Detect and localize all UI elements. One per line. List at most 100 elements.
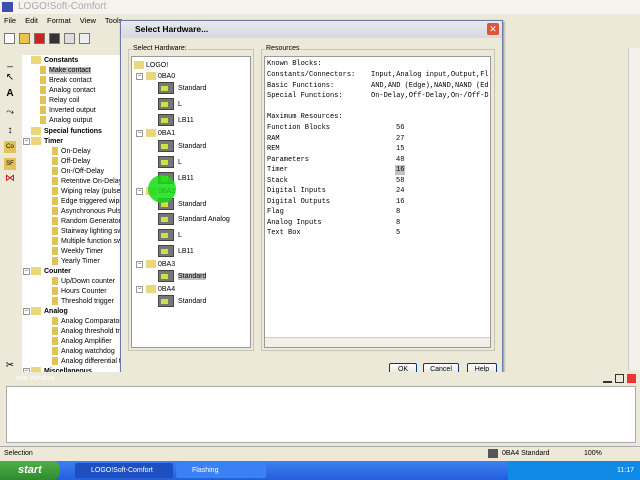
save-icon[interactable] [49,33,60,44]
print-icon[interactable] [64,33,75,44]
tree-item[interactable]: Random Generator [52,217,121,227]
tree-item-label: Weekly Timer [61,248,104,255]
app-logo-icon [2,2,13,12]
tree-item-label: Counter [44,268,71,275]
hardware-module[interactable]: Standard [158,295,206,309]
tree-item-label: On-Delay [61,148,91,155]
collapse-icon[interactable]: − [23,138,30,145]
hardware-module[interactable]: LB11 [158,114,194,128]
hardware-module[interactable]: L [158,98,182,112]
tree-item[interactable]: On-/Off-Delay [52,167,104,177]
tree-item[interactable]: Off-Delay [52,157,90,167]
resource-name: Stack [267,176,289,185]
hardware-module[interactable]: Standard [158,270,207,284]
tree-item[interactable]: Analog watchdog [52,347,115,357]
collapse-icon[interactable]: − [136,286,143,293]
tree-item[interactable]: On-Delay [52,147,91,157]
tree-item[interactable]: Yearly Timer [52,257,100,267]
tree-category[interactable]: Analog [31,307,68,317]
block-icon [31,56,41,65]
tree-category[interactable]: Timer [31,137,63,147]
hardware-module[interactable]: L [158,156,182,170]
tree-item-label: Analog contact [49,87,96,94]
tree-category[interactable]: Constants [31,56,78,66]
menu-view[interactable]: View [80,14,96,28]
tree-category[interactable]: Counter [31,267,71,277]
hardware-folder[interactable]: 0BA1 [146,127,175,141]
resource-value: 27 [396,134,405,143]
menu-format[interactable]: Format [47,14,71,28]
status-bar: Selection 0BA4 Standard 100% [0,446,640,459]
minimize-icon[interactable]: _ [4,57,16,69]
hardware-label: LB11 [178,248,194,255]
tree-item[interactable]: Inverted output [40,106,96,116]
collapse-icon[interactable]: − [136,261,143,268]
collapse-icon[interactable]: − [23,268,30,275]
block-tree: Constants Make contact Break contact Analog… [22,55,122,373]
hardware-module[interactable]: LB11 [158,245,194,259]
split-connector-icon[interactable]: ↕ [4,125,16,137]
tree-category[interactable]: Special functions [31,127,102,137]
network-icon[interactable]: ⋈ [4,173,16,185]
tree-item[interactable]: Wiping relay (pulse o [52,187,122,197]
hardware-module[interactable]: Standard Analog [158,213,230,227]
text-tool-icon[interactable]: A [4,88,16,100]
tree-item[interactable]: Weekly Timer [52,247,103,257]
collapse-icon[interactable]: − [136,188,143,195]
resources-horizontal-scrollbar[interactable] [265,337,490,347]
new-file-icon[interactable] [4,33,15,44]
tree-item[interactable]: Analog output [40,116,92,126]
block-icon [52,217,58,226]
tree-item[interactable]: Asynchronous Pulse [52,207,122,217]
tree-item[interactable]: Analog contact [40,86,95,96]
tree-item[interactable]: Hours Counter [52,287,107,297]
tree-item[interactable]: Make contact [40,66,91,76]
close-icon[interactable] [34,33,45,44]
task-logo-soft-comfort[interactable]: LOGO!Soft-Comfort [75,463,173,478]
tree-item[interactable]: Analog Comparator [52,317,122,327]
collapse-icon[interactable]: − [136,130,143,137]
menu-edit[interactable]: Edit [25,14,38,28]
hardware-module[interactable]: L [158,229,182,243]
tree-item-label: Multiple function swit [61,238,122,245]
hardware-module[interactable]: Standard [158,82,206,96]
hardware-module[interactable]: Standard [158,140,206,154]
constants-icon[interactable]: Co [4,141,16,153]
tree-item[interactable]: Break contact [40,76,92,86]
main-vertical-scrollbar[interactable] [628,48,640,370]
logo-module-icon [158,213,174,226]
tree-item[interactable]: Threshold trigger [52,297,114,307]
hardware-label: LB11 [178,117,194,124]
tree-item[interactable]: Edge triggered wiping [52,197,122,207]
connector-icon[interactable]: ⤳ [4,107,16,119]
tree-item-label: Analog output [49,117,93,124]
menu-file[interactable]: File [4,14,16,28]
tree-item[interactable]: Stairway lighting swit [52,227,122,237]
logo-module-icon [158,114,174,127]
hardware-tree[interactable]: LOGO! 0BA0− Standard L LB11 0BA1− Standard L LB1… [131,56,251,348]
tree-item[interactable]: Analog differential trig [52,357,122,367]
special-functions-icon[interactable]: SF [4,158,16,170]
close-icon[interactable]: ✕ [487,23,499,35]
collapse-icon[interactable]: − [23,308,30,315]
block-icon [40,66,46,75]
info-maximize-icon[interactable] [615,374,624,383]
cut-icon[interactable] [79,33,90,44]
select-hardware-dialog: Select Hardware... ✕ Select Hardware: Re… [120,20,503,380]
open-folder-icon[interactable] [19,33,30,44]
collapse-icon[interactable]: − [136,73,143,80]
tree-item[interactable]: Analog threshold trig [52,327,122,337]
info-minimize-icon[interactable] [603,374,612,383]
resource-value: 24 [396,187,405,195]
task-flashing[interactable]: Flashing [176,463,266,478]
tree-item[interactable]: Analog Amplifier [52,337,112,347]
pointer-icon[interactable]: ↖ [4,72,16,84]
tree-item[interactable]: Multiple function swit [52,237,122,247]
start-button[interactable]: start [0,461,60,480]
tree-item[interactable]: Retentive On-Delay [52,177,122,187]
block-icon [52,147,58,156]
tree-item[interactable]: Up/Down counter [52,277,115,287]
tree-item[interactable]: Relay coil [40,96,79,106]
tool-icon[interactable]: ✂ [4,360,16,372]
info-close-icon[interactable] [627,374,636,383]
